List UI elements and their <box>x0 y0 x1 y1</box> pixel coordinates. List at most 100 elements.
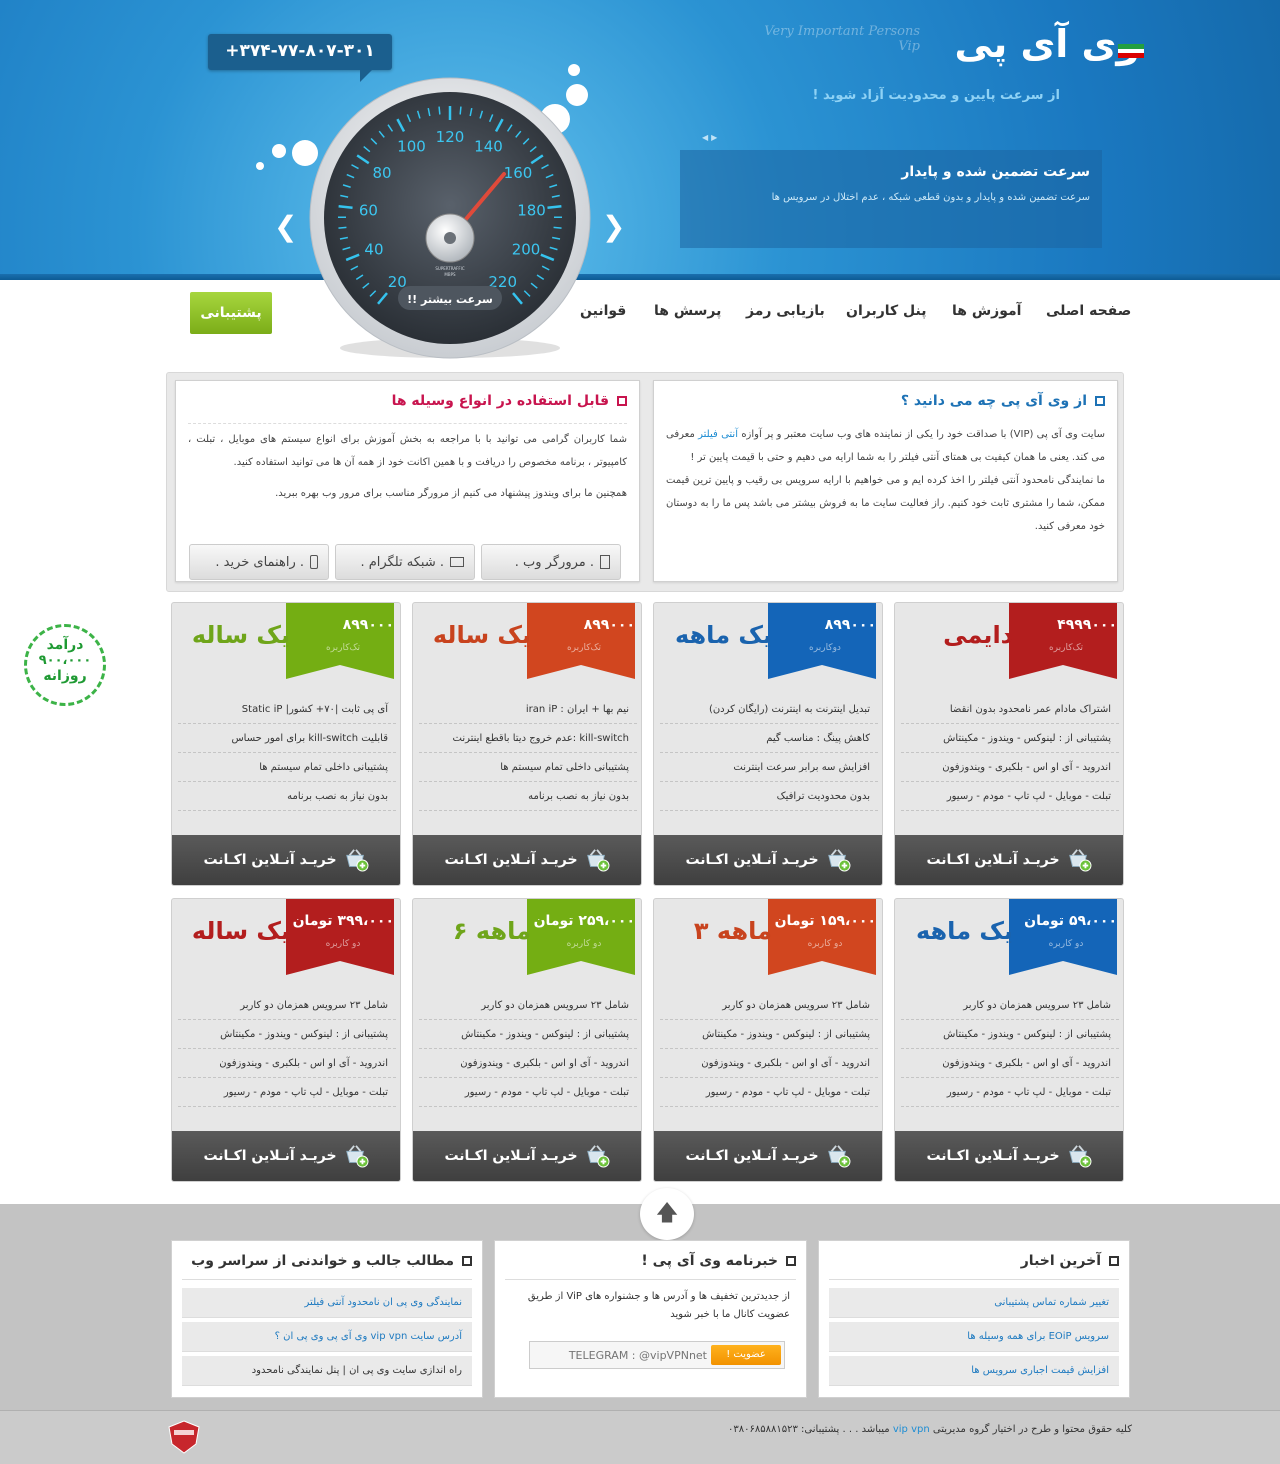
support-button[interactable]: پشتیبانی <box>190 292 272 334</box>
plan-price: ۳۹۹،۰۰۰ تومان <box>292 913 394 929</box>
chevron-left-icon[interactable]: ❮ <box>274 210 297 243</box>
plan-title: یک ساله <box>191 917 290 945</box>
tab-purchase-guide[interactable]: . راهنمای خرید . <box>189 544 329 580</box>
site-logo[interactable]: وی آی پی <box>920 22 1144 80</box>
tab-web-browser[interactable]: . مرورگر وب . <box>481 544 621 580</box>
feature-item: تبلت - موبایل - لپ تاپ - مودم - رسیور <box>178 1078 396 1107</box>
nav-faq[interactable]: پرسش ها <box>654 303 721 319</box>
telegram-input[interactable] <box>533 1348 711 1362</box>
plan-user-type: دوکاربره <box>809 643 841 653</box>
article-item[interactable]: راه اندازی سایت وی پی ان | پنل نمایندگی … <box>182 1356 472 1386</box>
plan-price: ۲۵۹،۰۰۰ تومان <box>533 913 635 929</box>
price-ribbon <box>768 603 876 679</box>
plan-user-type: دو کاربره <box>566 939 602 949</box>
monitor-icon <box>450 557 464 567</box>
buy-button[interactable]: خریـد آنـلاین اکـانت <box>895 835 1123 885</box>
article-item[interactable]: نمایندگی وی پی ان نامحدود آنتی فیلتر <box>182 1288 472 1318</box>
gauge-label: 100 <box>397 138 426 156</box>
income-amount: ۹۰۰،۰۰۰ <box>38 653 92 668</box>
tab-telegram[interactable]: . شبکه تلگرام . <box>335 544 475 580</box>
basket-icon <box>586 849 609 872</box>
nav-tutorials[interactable]: آموزش ها <box>952 303 1021 319</box>
logo-subtitle: Very Important Persons Vip <box>764 24 920 54</box>
latest-news-box: آخرین اخبار تغییر شماره تماس پشتیبانی سر… <box>818 1240 1130 1398</box>
gauge-tick <box>338 226 347 229</box>
buy-button[interactable]: خریـد آنـلاین اکـانت <box>172 835 400 885</box>
feature-item: پشتیبانی از : لینوکس - ویندوز - مکینتاش <box>178 1020 396 1049</box>
feature-item: اندروید - آی او اس - بلکبری - ویندوزفون <box>901 753 1119 782</box>
feature-list: تبدیل اینترنت به اینترنت (رایگان کردن) کا… <box>660 695 878 811</box>
feature-item: اشتراک مادام عمر نامحدود بدون انقضا <box>901 695 1119 724</box>
arrow-up-icon[interactable]: 🡅 <box>640 1188 694 1240</box>
nav-home[interactable]: صفحه اصلی <box>1046 303 1131 319</box>
gauge-tick <box>338 205 353 209</box>
feature-item: اندروید - آی او اس - بلکبری - ویندوزفون <box>419 1049 637 1078</box>
subscribe-button[interactable]: عضویت ! <box>711 1345 781 1365</box>
telegram-form: عضویت ! <box>529 1341 785 1369</box>
feature-item: بدون نیاز به نصب برنامه <box>178 782 396 811</box>
plan-user-type: تک‌کاربره <box>325 643 361 653</box>
news-title: آخرین اخبار <box>1020 1253 1101 1269</box>
feature-item: kill-switch :عدم خروج دیتا باقطع اینترنت <box>419 724 637 753</box>
news-item[interactable]: تغییر شماره تماس پشتیبانی <box>829 1288 1119 1318</box>
buy-button[interactable]: خریـد آنـلاین اکـانت <box>413 1131 641 1181</box>
daily-income-badge: درآمد ۹۰۰،۰۰۰ روزانه <box>24 624 106 706</box>
slider-dots-icon[interactable]: ◀▶ <box>702 133 720 142</box>
feature-item: پشتیبانی از : لینوکس - ویندوز - مکینتاش <box>660 1020 878 1049</box>
battery-icon <box>600 555 610 569</box>
feature-item: پشتیبانی از : لینوکس - ویندوز - مکینتاش <box>419 1020 637 1049</box>
buy-label: خریـد آنـلاین اکـانت <box>203 1148 337 1164</box>
feature-item: تبلت - موبایل - لپ تاپ - مودم - رسیور <box>901 782 1119 811</box>
plan-title: یک ساله <box>432 621 531 649</box>
pricing-card: ۲۵۹،۰۰۰ تومان دو کاربره ۶ ماهه شامل ۲۳ سروی… <box>412 898 642 1182</box>
antifilter-link[interactable]: آنتی فیلتر <box>698 429 738 440</box>
newsletter-text: از جدیدترین تخفیف ها و آدرس ها و جشنواره… <box>527 1291 790 1320</box>
about-paragraph-2: ما نمایندگی نامحدود آنتی فیلتر را اخذ کر… <box>666 475 1105 532</box>
buy-label: خریـد آنـلاین اکـانت <box>926 1148 1060 1164</box>
copyright-link[interactable]: vip vpn <box>893 1424 930 1435</box>
decor-bubble <box>256 162 264 170</box>
buy-button[interactable]: خریـد آنـلاین اکـانت <box>654 1131 882 1181</box>
feature-item: پشتیبانی داخلی تمام سیستم ها <box>178 753 396 782</box>
nav-password-recovery[interactable]: بازیابی رمز <box>746 303 825 319</box>
feature-list: شامل ۲۳ سرویس همزمان دو کاربر پشتیبانی از… <box>419 991 637 1107</box>
newsletter-title: خبرنامه وی آی پی ! <box>641 1253 778 1269</box>
gauge-small-text: SUPERTRAFFIC <box>435 266 464 271</box>
price-ribbon <box>1009 603 1117 679</box>
gauge-label: 140 <box>474 138 503 156</box>
feature-list: اشتراک مادام عمر نامحدود بدون انقضا پشتیب… <box>901 695 1119 811</box>
chevron-right-icon[interactable]: ❯ <box>602 210 625 243</box>
buy-button[interactable]: خریـد آنـلاین اکـانت <box>172 1131 400 1181</box>
buy-button[interactable]: خریـد آنـلاین اکـانت <box>413 835 641 885</box>
news-item[interactable]: سرویس EOiP برای همه وسیله ها <box>829 1322 1119 1352</box>
feature-item: شامل ۲۳ سرویس همزمان دو کاربر <box>178 991 396 1020</box>
bullet-square-icon <box>462 1256 472 1266</box>
nav-user-panel[interactable]: پنل کاربران <box>846 303 927 319</box>
news-item[interactable]: افزایش قیمت اجباری سرویس ها <box>829 1356 1119 1386</box>
price-ribbon <box>527 899 635 975</box>
buy-button[interactable]: خریـد آنـلاین اکـانت <box>654 835 882 885</box>
price-ribbon <box>286 899 394 975</box>
nav-rules[interactable]: قوانین <box>580 303 626 319</box>
basket-icon <box>827 1145 850 1168</box>
pricing-card: ۱۵۹،۰۰۰ تومان دو کاربره ۳ ماهه شامل ۲۳ سروی… <box>653 898 883 1182</box>
basket-icon <box>1068 1145 1091 1168</box>
plan-user-type: تک‌کاربره <box>566 643 602 653</box>
devices-title: قابل استفاده در انواع وسیله ها <box>391 393 609 409</box>
feature-item: تبدیل اینترنت به اینترنت (رایگان کردن) <box>660 695 878 724</box>
tab-label: . مرورگر وب . <box>514 554 594 570</box>
header-banner: +۳۷۴-۷۷-۸۰۷-۳۰۱ Very Important Persons V… <box>0 0 1280 280</box>
article-item[interactable]: آدرس سایت vip vpn وی آی پی وی پی ان ؟ <box>182 1322 472 1352</box>
gauge-small-text-2: MBPS <box>444 272 456 277</box>
plan-user-type: دو کاربره <box>325 939 361 949</box>
about-title: از وی آی پی چه می دانید ؟ <box>900 393 1087 409</box>
feature-list: شامل ۲۳ سرویس همزمان دو کاربر پشتیبانی از… <box>901 991 1119 1107</box>
plan-user-type: دو کاربره <box>807 939 843 949</box>
feature-item: پشتیبانی از : لینوکس - ویندوز - مکینتاش <box>901 724 1119 753</box>
gauge-label: 40 <box>364 241 383 259</box>
slide-text: سرعت تضمین شده و پایدار و بدون قطعی شبکه… <box>771 192 1090 203</box>
plan-user-type: تک‌کاربره <box>1048 643 1084 653</box>
buy-label: خریـد آنـلاین اکـانت <box>444 1148 578 1164</box>
buy-button[interactable]: خریـد آنـلاین اکـانت <box>895 1131 1123 1181</box>
feature-item: تبلت - موبایل - لپ تاپ - مودم - رسیور <box>419 1078 637 1107</box>
